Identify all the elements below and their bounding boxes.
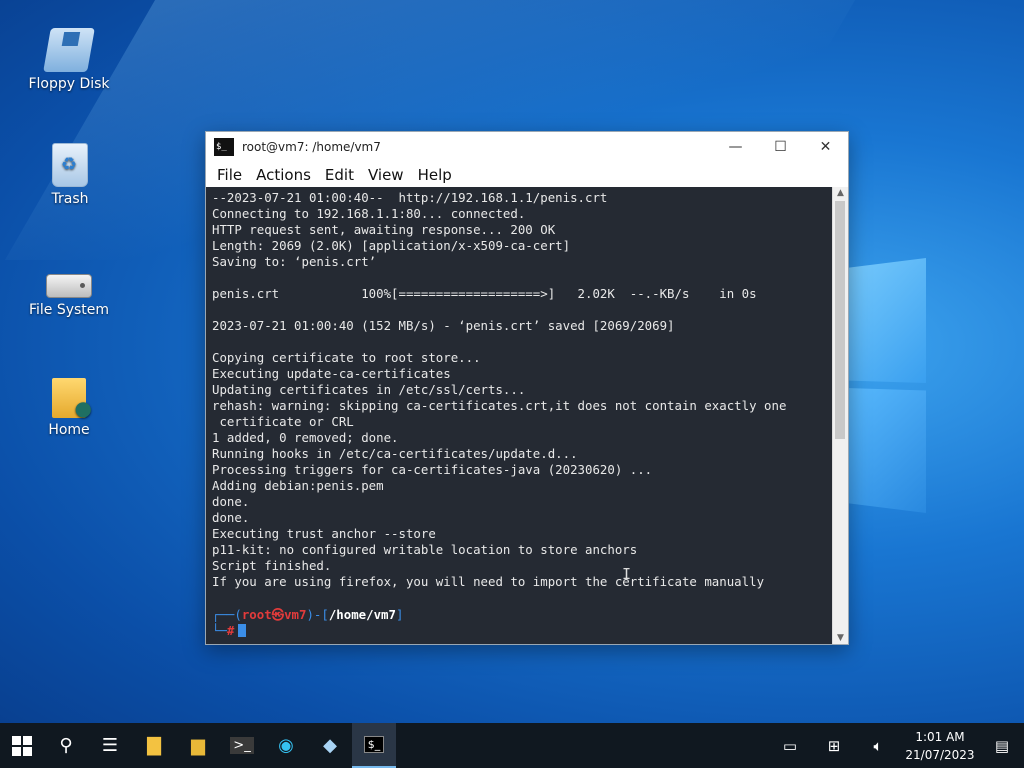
clock-time: 1:01 AM xyxy=(915,729,965,744)
text-cursor xyxy=(238,624,247,637)
prompt-line2: └─ xyxy=(212,623,227,638)
taskbar: ⚲ ☰ ▇ ▆ >_ ◉ ◆ $_ ▭ ⊞ 🔈︎ 1:01 AM 21/07/2… xyxy=(0,723,1024,768)
desktop-icon-trash[interactable]: Trash xyxy=(20,143,120,207)
prompt-path: /home/vm7 xyxy=(328,607,396,622)
windows-logo-icon xyxy=(12,735,32,756)
search-button[interactable]: ⚲ xyxy=(44,723,88,768)
menu-view[interactable]: View xyxy=(361,166,411,184)
close-button[interactable]: ✕ xyxy=(803,132,848,162)
maximize-button[interactable]: ☐ xyxy=(758,132,803,162)
folder-icon: ▇ xyxy=(147,735,161,756)
desktop-icon-file-system[interactable]: File System xyxy=(19,262,119,318)
start-button[interactable] xyxy=(0,723,44,768)
terminal-window[interactable]: $_ root@vm7: /home/vm7 — ☐ ✕ File Action… xyxy=(205,131,849,645)
minimize-button[interactable]: — xyxy=(713,132,758,162)
prompt-user: root㉿vm7 xyxy=(241,607,307,622)
window-titlebar[interactable]: $_ root@vm7: /home/vm7 — ☐ ✕ xyxy=(206,132,848,162)
prompt-close: ] xyxy=(395,607,404,622)
prompt-mid: )-[ xyxy=(306,607,329,622)
network-icon[interactable]: ⊞ xyxy=(812,723,856,768)
menu-file[interactable]: File xyxy=(210,166,249,184)
terminal-app-icon: $_ xyxy=(214,138,234,156)
task-view-button[interactable]: ☰ xyxy=(88,723,132,768)
search-icon: ⚲ xyxy=(59,735,73,756)
scroll-down-icon[interactable]: ▼ xyxy=(833,632,848,644)
trash-icon xyxy=(52,143,88,187)
battery-icon[interactable]: ▭ xyxy=(768,723,812,768)
window-title: root@vm7: /home/vm7 xyxy=(242,140,381,154)
hard-drive-icon xyxy=(46,274,92,298)
desktop-icon-label: Trash xyxy=(51,191,89,207)
clock-date: 21/07/2023 xyxy=(905,747,975,762)
taskbar-edge[interactable]: ◉ xyxy=(264,723,308,768)
folder-icon: ▆ xyxy=(191,735,205,756)
edge-browser-icon: ◉ xyxy=(278,735,294,756)
app-icon: ◆ xyxy=(323,735,337,756)
desktop-icon-floppy-disk[interactable]: Floppy Disk xyxy=(19,28,119,92)
home-folder-icon xyxy=(52,378,92,420)
prompt-open: ┌──( xyxy=(212,607,242,622)
terminal-icon: $_ xyxy=(363,736,385,753)
desktop-icon-label: File System xyxy=(28,302,110,318)
shell-prompt: ┌──(root㉿vm7)-[/home/vm7] └─# xyxy=(212,607,403,639)
taskbar-file-manager[interactable]: ▇ xyxy=(132,723,176,768)
taskbar-terminal-active[interactable]: $_ xyxy=(352,723,396,768)
vertical-scrollbar[interactable]: ▲ ▼ xyxy=(832,187,848,644)
taskbar-app[interactable]: ◆ xyxy=(308,723,352,768)
desktop-icon-label: Floppy Disk xyxy=(28,76,110,92)
ibeam-cursor-icon: I xyxy=(622,565,632,583)
menu-bar: File Actions Edit View Help xyxy=(206,162,848,187)
notifications-icon[interactable]: ▤ xyxy=(980,723,1024,768)
scroll-up-icon[interactable]: ▲ xyxy=(833,187,848,199)
menu-edit[interactable]: Edit xyxy=(318,166,361,184)
clock[interactable]: 1:01 AM 21/07/2023 xyxy=(900,728,980,764)
terminal-area[interactable]: --2023-07-21 01:00:40-- http://192.168.1… xyxy=(206,187,833,644)
task-view-icon: ☰ xyxy=(101,735,119,756)
menu-help[interactable]: Help xyxy=(411,166,459,184)
system-tray: ▭ ⊞ 🔈︎ 1:01 AM 21/07/2023 ▤ xyxy=(768,723,1024,768)
taskbar-terminal[interactable]: >_ xyxy=(220,723,264,768)
volume-icon[interactable]: 🔈︎ xyxy=(856,723,900,768)
terminal-output: --2023-07-21 01:00:40-- http://192.168.1… xyxy=(212,190,787,589)
taskbar-file-explorer[interactable]: ▆ xyxy=(176,723,220,768)
desktop-icon-home[interactable]: Home xyxy=(19,378,119,438)
floppy-disk-icon xyxy=(43,28,95,72)
scrollbar-thumb[interactable] xyxy=(835,201,845,439)
prompt-hash: # xyxy=(226,623,235,638)
desktop-icon-label: Home xyxy=(48,422,90,438)
menu-actions[interactable]: Actions xyxy=(249,166,318,184)
terminal-icon: >_ xyxy=(230,737,254,754)
wallpaper-window-pane xyxy=(846,388,926,513)
wallpaper-window-pane xyxy=(846,258,926,383)
